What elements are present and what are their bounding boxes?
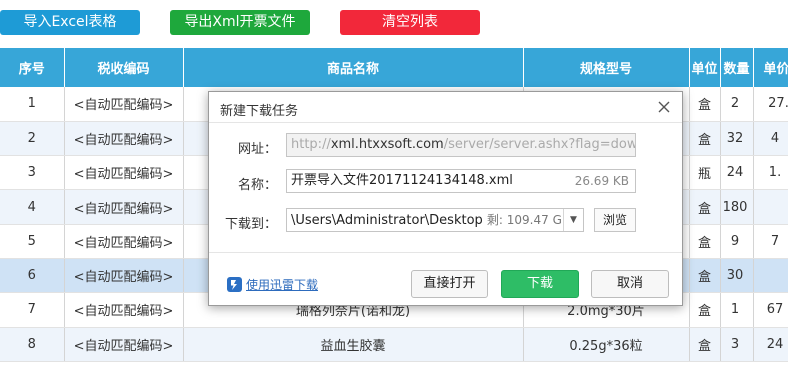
- url-prefix: http://: [291, 137, 331, 152]
- path-label: 下载到：: [224, 217, 277, 232]
- thunder-label[interactable]: 使用迅雷下载: [246, 276, 318, 293]
- url-label: 网址：: [237, 142, 277, 157]
- browse-button[interactable]: 浏览: [594, 208, 636, 232]
- save-path-text: \Users\Administrator\Desktop: [291, 213, 483, 228]
- file-size: 26.69 KB: [574, 174, 629, 188]
- dialog-divider: [209, 252, 682, 253]
- url-field[interactable]: http://xml.htxxsoft.com/server/server.as…: [286, 133, 636, 157]
- download-dialog: 新建下载任务 网址： http://xml.htxxsoft.com/serve…: [208, 91, 683, 306]
- file-name-field[interactable]: 开票导入文件20171124134148.xml 26.69 KB: [286, 169, 636, 193]
- download-button[interactable]: 下载: [501, 270, 579, 298]
- invoice-import-page: 导入Excel表格 导出Xml开票文件 清空列表 序号 税收编码 商品名称 规格…: [0, 0, 788, 367]
- close-icon[interactable]: [656, 99, 672, 115]
- url-rest: /server/server.ashx?flag=download: [443, 137, 636, 152]
- dialog-title-bar: 新建下载任务: [209, 92, 682, 123]
- cancel-button[interactable]: 取消: [591, 270, 669, 298]
- free-space: 剩: 109.47 GB: [486, 213, 571, 227]
- open-directly-button[interactable]: 直接打开: [411, 270, 488, 298]
- use-thunder-link[interactable]: 使用迅雷下载: [227, 276, 318, 293]
- name-label: 名称：: [237, 178, 277, 193]
- chevron-down-icon[interactable]: ▼: [563, 209, 583, 231]
- url-host: xml.htxxsoft.com: [330, 137, 444, 152]
- dialog-title: 新建下载任务: [220, 104, 299, 119]
- thunder-icon: [227, 277, 242, 292]
- modal-overlay: 新建下载任务 网址： http://xml.htxxsoft.com/serve…: [0, 0, 788, 367]
- file-name-text: 开票导入文件20171124134148.xml: [291, 173, 513, 188]
- save-path-select[interactable]: \Users\Administrator\Desktop 剩: 109.47 G…: [286, 208, 584, 232]
